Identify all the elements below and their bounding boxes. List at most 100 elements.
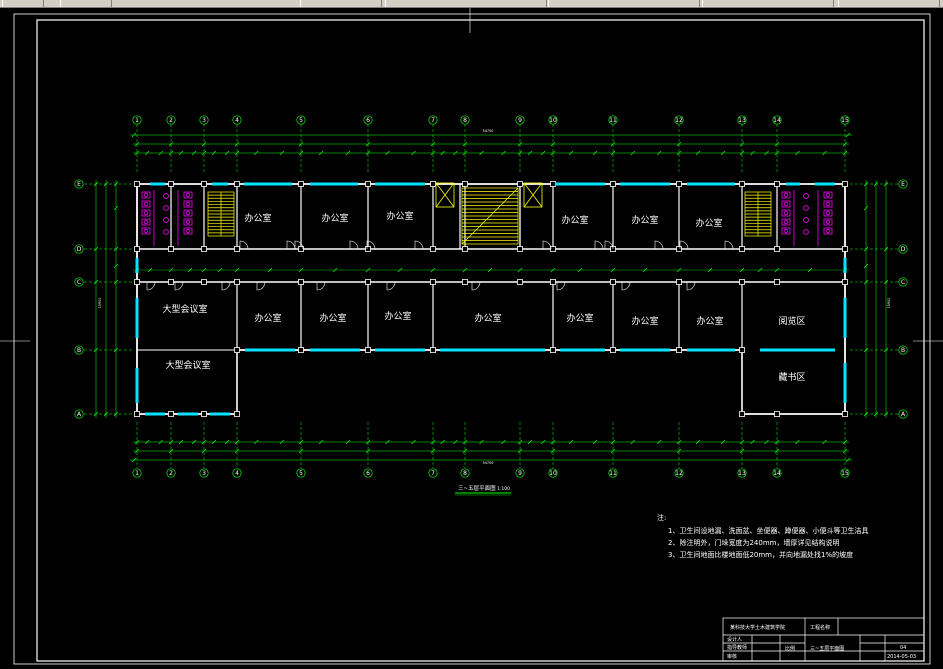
room-label-office: 办公室 [319,312,346,324]
axis-label: 14 [773,470,781,477]
axis-label: 14 [773,117,781,124]
note-line-1: 1、卫生间设地漏、洗面盆、坐便器、蹲便器、小便斗等卫生洁具 [668,526,868,535]
plan-title: 三~五层平面图 1:100 [455,484,511,496]
toilet-icon [783,210,789,216]
note-line-3: 3、卫生间地面比楼地面低20mm，并向地漏处找1%的坡度 [668,550,853,559]
title-block-project: 工程名称 [810,624,830,631]
toolbar-button[interactable] [548,0,700,7]
toilet-icon [825,192,831,198]
axis-label: 13 [738,470,746,477]
axis-label: B [77,347,81,354]
sink-icon [803,217,809,223]
toilet-icon [143,210,149,216]
axis-label: 3 [202,117,206,124]
toolbar-button[interactable] [60,0,112,7]
title-block-role2: 指导教师 [727,644,747,651]
column [550,181,556,187]
door-swing [542,240,552,250]
door-swing [286,240,296,250]
notes: 注: 1、卫生间设地漏、洗面盆、坐便器、蹲便器、小便斗等卫生洁具 2、除注明外，… [657,513,868,559]
toilet-icon [783,201,789,207]
axis-label: C [901,279,905,286]
top-total-dimension: 54700 [483,129,494,133]
door-swing [386,281,396,291]
door-swing [239,240,249,250]
toilet-icon [185,201,191,207]
column [550,279,556,285]
room-label-meeting: 大型会议室 [165,359,210,371]
column [234,181,240,187]
column [298,279,304,285]
toilet-icon [185,219,191,225]
right-total-dimension: 15900 [887,298,891,309]
column [739,411,745,417]
room-label-office: 办公室 [321,212,348,224]
column [517,279,523,285]
door-swing [174,281,184,291]
room-label-office: 办公室 [244,212,271,224]
application-toolbar [0,0,943,8]
axis-grid: 1122334455667788991010111112121313141415… [74,115,908,478]
column [676,181,682,187]
room-label-office: 办公室 [384,310,411,322]
axis-label: 1 [135,470,139,477]
column [774,279,780,285]
windows [135,182,847,416]
column [430,347,436,353]
title-block-school: 某科技大学土木建筑学院 [730,624,785,631]
room-label-office: 办公室 [631,214,658,226]
column [168,181,174,187]
toolbar-button[interactable] [838,0,940,7]
door-swing [594,240,604,250]
column [134,279,140,285]
column [365,347,371,353]
column [201,279,207,285]
toilet-icon [783,192,789,198]
axis-label: 7 [431,470,435,477]
door-swing [316,281,326,291]
toolbar-button[interactable] [2,0,44,7]
axis-label: 15 [841,117,849,124]
sink-icon [163,229,169,235]
toilet-icon [143,228,149,234]
axis-label: 6 [366,470,370,477]
note-line-2: 2、除注明外，门垛宽度为240mm，墙厚详见结构说明 [668,538,839,547]
column [550,347,556,353]
toolbar-button[interactable] [300,0,382,7]
room-labels: 办公室 办公室 办公室 办公室 办公室 办公室 办公室 办公室 办公室 办公室 … [162,210,805,383]
column [430,246,436,252]
column [739,246,745,252]
door-swing [221,281,231,291]
toolbar-button[interactable] [385,0,547,7]
axis-label: D [77,246,82,253]
door-swing [146,281,156,291]
title-block-role3: 审核 [727,653,737,660]
column [201,411,207,417]
sink-icon [163,217,169,223]
cad-drawing-canvas[interactable]: 1 1 2 2 3 3 4 4 5 5 6 6 7 7 8 8 9 9 10 10 11 11 12 12 13 13 14 14 15… [0,8,943,669]
axis-label: E [77,181,81,188]
column [610,279,616,285]
axis-label: 9 [518,470,522,477]
room-label-office: 办公室 [631,315,658,327]
title-block-date: 2014-05-03 [887,654,916,660]
column [842,181,848,187]
column [365,181,371,187]
sink-icon [163,193,169,199]
column [517,246,523,252]
axis-label: 6 [366,117,370,124]
axis-label: 1 [135,117,139,124]
sink-icon [803,229,809,235]
toolbar-button[interactable] [702,0,834,7]
column [842,411,848,417]
room-label-office: 办公室 [695,217,722,229]
column [842,246,848,252]
axis-label: B [901,347,905,354]
door-swing [471,281,481,291]
axis-label: 10 [549,117,557,124]
column [676,279,682,285]
column [517,181,523,187]
axis-label: A [901,411,906,418]
column [462,181,468,187]
door-swing [256,281,266,291]
